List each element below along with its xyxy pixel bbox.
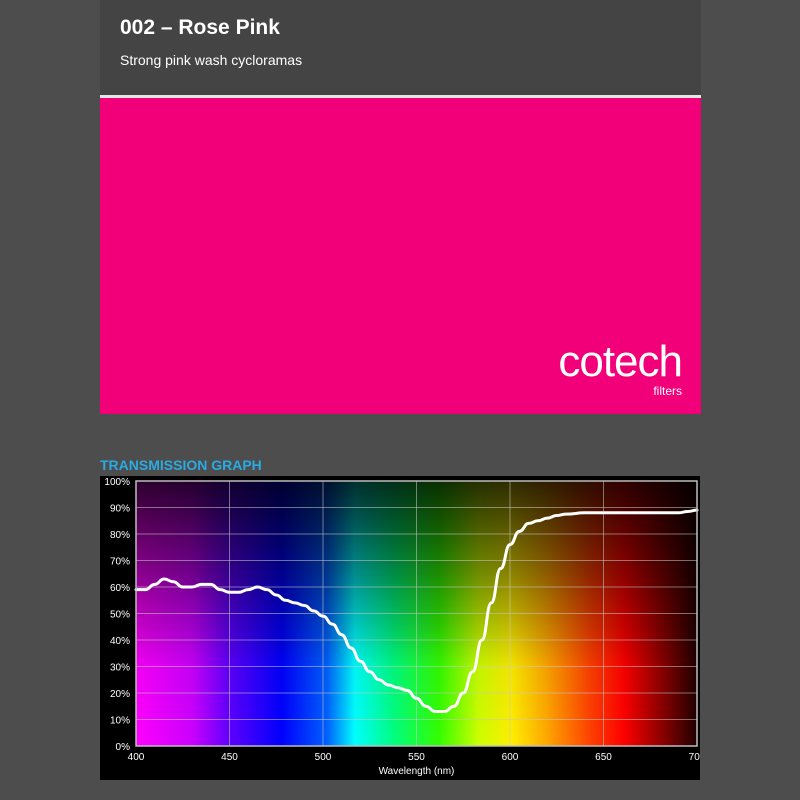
x-tick-label: 450 [221, 752, 238, 763]
y-tick-label: 60% [110, 583, 130, 594]
transmission-graph: 0% 10% 20% 30% 40% 50% 60% 70% 80% 90% 100% 400 450… [100, 476, 706, 780]
y-tick-label: 100% [104, 477, 130, 488]
section-title: TRANSMISSION GRAPH [100, 457, 262, 473]
filter-card: 002 – Rose Pink Strong pink wash cyclora… [100, 0, 701, 414]
filter-subtitle: Strong pink wash cycloramas [120, 52, 303, 68]
y-tick-label: 50% [110, 610, 130, 621]
x-tick-label: 700 [689, 752, 700, 763]
x-axis-label: Wavelength (nm) [379, 766, 455, 777]
x-tick-label: 600 [502, 752, 519, 763]
color-swatch: cotech filters [100, 98, 701, 414]
y-tick-label: 20% [110, 689, 130, 700]
y-tick-label: 40% [110, 636, 130, 647]
logo-wordmark: cotech [558, 337, 683, 386]
x-tick-label: 400 [128, 752, 145, 763]
y-tick-labels: 0%10%20%30%40%50%60%70%80%90%100% [104, 477, 130, 753]
x-tick-labels: 400 450 500 550 600 650 700 [128, 752, 706, 763]
cotech-logo: cotech filters [558, 337, 683, 399]
logo-subtext: filters [653, 384, 682, 398]
y-tick-label: 70% [110, 557, 130, 568]
filter-header: 002 – Rose Pink Strong pink wash cyclora… [100, 0, 701, 98]
transmission-chart: 0%10%20%30%40%50%60%70%80%90%100% 400 450… [104, 477, 706, 777]
x-tick-label: 650 [595, 752, 612, 763]
y-tick-label: 30% [110, 663, 130, 674]
y-tick-label: 80% [110, 530, 130, 541]
x-tick-label: 550 [408, 752, 425, 763]
filter-title: 002 – Rose Pink [120, 16, 280, 39]
y-tick-label: 10% [110, 716, 130, 727]
y-tick-label: 90% [110, 504, 130, 515]
x-tick-label: 500 [315, 752, 332, 763]
